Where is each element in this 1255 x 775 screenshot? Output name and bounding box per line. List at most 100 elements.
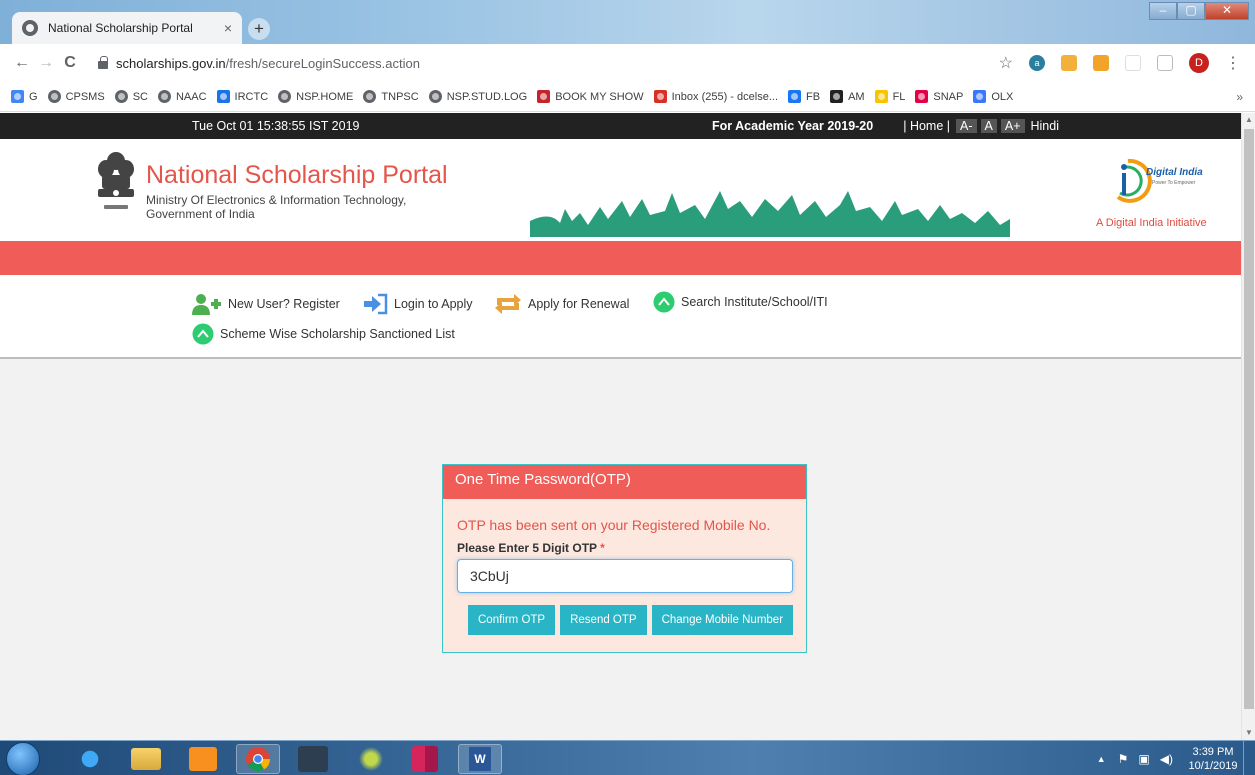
otp-panel: One Time Password(OTP) OTP has been sent… [442,464,807,653]
bookmark-item[interactable]: SNAP [910,90,968,103]
maximize-icon[interactable]: ▢ [1177,2,1205,20]
change-mobile-button[interactable]: Change Mobile Number [651,605,794,635]
bookmark-star-icon[interactable]: ☆ [999,53,1013,73]
bookmark-item[interactable]: G [6,90,43,103]
bookmark-item[interactable]: NSP.STUD.LOG [424,90,533,103]
browser-menu-icon[interactable]: ⋮ [1225,53,1241,73]
bookmark-item[interactable]: CPSMS [43,90,110,103]
otp-heading: One Time Password(OTP) [443,465,806,499]
bookmark-label: IRCTC [234,90,269,103]
globe-icon [157,90,171,103]
bookmark-label: Inbox (255) - dcelse... [671,90,778,103]
bookmark-item[interactable]: FB [783,90,825,103]
globe-icon [278,90,292,103]
home-link[interactable]: | Home | [899,119,954,133]
menu-item-search-institute[interactable]: Search Institute/School/ITI [653,291,828,313]
close-window-icon[interactable]: ✕ [1205,2,1249,20]
chevron-up-circle-icon [653,291,675,313]
portal-header: National Scholarship Portal Ministry Of … [0,139,1241,241]
globe-icon [47,90,61,103]
bookmark-label: AM [848,90,865,103]
network-icon[interactable]: ▣ [1138,752,1149,766]
internet-explorer-icon[interactable] [68,744,112,774]
start-button[interactable] [6,742,40,775]
bookmark-item[interactable]: IRCTC [212,90,274,103]
reload-button[interactable]: C [58,54,82,72]
menu-item-sanctioned-list[interactable]: Scheme Wise Scholarship Sanctioned List [192,323,455,345]
back-button[interactable]: ← [10,54,34,72]
tray-clock[interactable]: 3:39 PM 10/1/2019 [1183,745,1243,773]
menu-item-login[interactable]: Login to Apply [362,293,473,315]
forward-button[interactable]: → [34,54,58,72]
confirm-otp-button[interactable]: Confirm OTP [468,605,556,635]
tab-close-icon[interactable]: × [224,20,232,36]
extension-icon[interactable] [1157,55,1173,71]
amazon-icon [830,90,844,103]
scroll-thumb[interactable] [1244,129,1254,709]
window-controls: – ▢ ✕ [1149,2,1249,20]
font-decrease-link[interactable]: A- [956,119,977,133]
renewal-icon [495,294,521,314]
bookmark-item[interactable]: SC [110,90,153,103]
scroll-up-icon[interactable]: ▲ [1242,113,1255,127]
hindi-link[interactable]: Hindi [1027,119,1064,133]
bookmark-label: NAAC [175,90,207,103]
bookmark-label: OLX [991,90,1014,103]
url-path: /fresh/secureLoginSuccess.action [225,55,420,71]
new-tab-button[interactable]: + [248,18,270,40]
tab-title: National Scholarship Portal [48,21,193,35]
media-player-icon[interactable] [189,747,217,771]
minimize-icon[interactable]: – [1149,2,1177,20]
tray-expand-icon[interactable]: ▲ [1097,754,1106,764]
bookmark-label: BOOK MY SHOW [555,90,644,103]
word-taskbar-icon[interactable]: W [458,744,502,774]
coupon-extension-icon[interactable] [1061,55,1077,71]
menu-item-register[interactable]: New User? Register [192,293,340,315]
resend-otp-button[interactable]: Resend OTP [560,605,647,635]
font-normal-link[interactable]: A [980,119,997,133]
otp-buttons: Confirm OTP Resend OTP Change Mobile Num… [468,605,806,635]
snapdeal-icon [915,90,929,103]
olx-icon [973,90,987,103]
file-explorer-icon[interactable] [131,748,161,770]
chrome-icon [246,747,270,772]
amazon-assistant-icon[interactable]: a [1029,55,1045,71]
flag-icon[interactable]: ⚑ [1118,752,1129,766]
flash-sale-icon[interactable] [1125,55,1141,71]
page-scrollbar[interactable]: ▲ ▼ [1241,113,1255,740]
otp-label: Please Enter 5 Digit OTP * [457,541,806,555]
bee-app-icon[interactable] [356,746,386,772]
bookmark-item[interactable]: OLX [968,90,1018,103]
bookmark-item[interactable]: Inbox (255) - dcelse... [649,90,783,103]
show-desktop-button[interactable] [1243,741,1255,775]
ai-app-icon[interactable] [298,746,328,772]
font-increase-link[interactable]: A+ [1000,119,1025,133]
bookmark-label: TNPSC [381,90,419,103]
url-field[interactable]: scholarships.gov.in /fresh/secureLoginSu… [92,49,972,77]
bookmarks-overflow-icon[interactable]: » [1236,90,1249,104]
menu-item-renewal[interactable]: Apply for Renewal [494,293,629,315]
irctc-icon [216,90,230,103]
bookmark-item[interactable]: AM [825,90,870,103]
volume-icon[interactable]: ◀) [1160,752,1173,766]
bookmark-item[interactable]: FL [870,90,911,103]
address-bar: ← → C scholarships.gov.in /fresh/secureL… [0,44,1255,82]
profile-avatar[interactable]: D [1189,53,1209,73]
system-tray: ▲ ⚑ ▣ ◀) 3:39 PM 10/1/2019 [1097,741,1255,775]
scroll-down-icon[interactable]: ▼ [1242,726,1255,740]
chrome-taskbar-icon[interactable] [236,744,280,774]
extension-icons: ☆ a D ⋮ [999,53,1245,73]
access-app-icon[interactable] [412,746,438,772]
bookmark-item[interactable]: TNPSC [358,90,423,103]
browser-tab[interactable]: National Scholarship Portal × [12,12,242,44]
server-datetime: Tue Oct 01 15:38:55 IST 2019 [192,119,360,133]
bookmark-item[interactable]: NSP.HOME [273,90,358,103]
bookmark-item[interactable]: NAAC [153,90,212,103]
bookmarks-bar: G CPSMS SC NAAC IRCTC NSP.HOME TNPSC NSP.STUD.L… [0,82,1255,112]
bookmark-label: SC [132,90,148,103]
bookmark-label: NSP.STUD.LOG [446,90,528,103]
bookmark-item[interactable]: BOOK MY SHOW [532,90,648,103]
deal-extension-icon[interactable] [1093,55,1109,71]
otp-input[interactable] [457,559,793,593]
students-banner-image [530,191,1010,237]
